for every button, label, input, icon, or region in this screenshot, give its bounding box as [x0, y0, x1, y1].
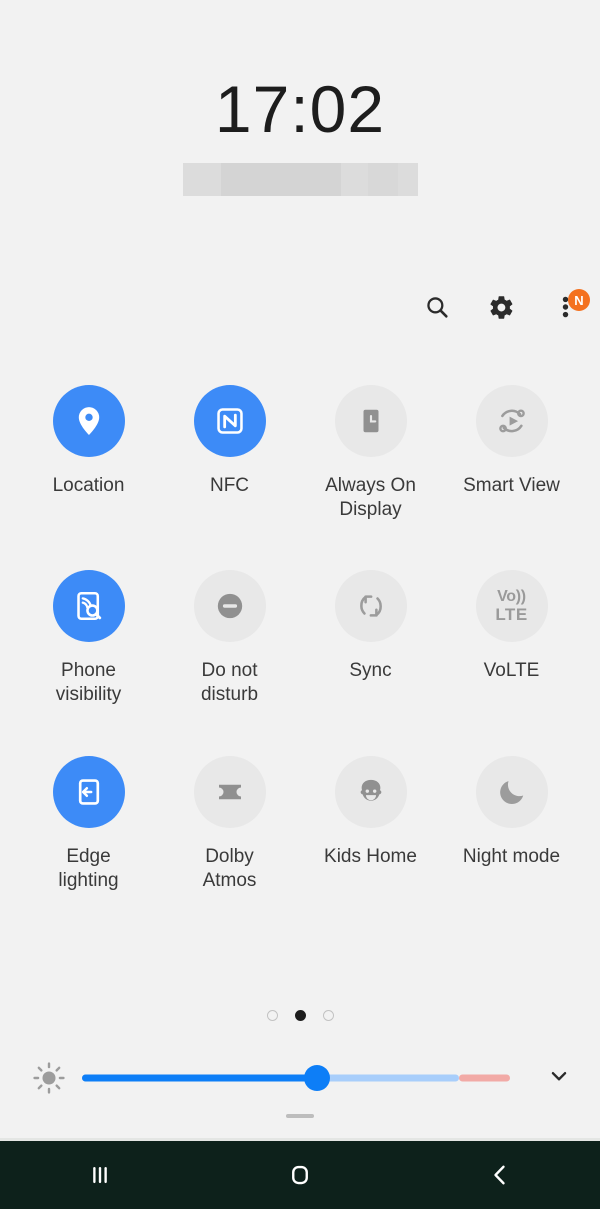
tile-night-mode-label: Night mode	[462, 845, 561, 867]
tile-always-on-display-circle	[334, 385, 407, 457]
dolby-atmos-icon	[215, 777, 245, 807]
search-icon	[424, 294, 450, 320]
recents-button[interactable]	[0, 1141, 200, 1209]
tile-kids-home[interactable]: Kids Home	[300, 755, 441, 893]
tile-smart-view-circle	[475, 385, 548, 457]
phone-visibility-icon	[72, 589, 106, 623]
tile-phone-visibility[interactable]: Phone visibility	[18, 570, 159, 707]
back-icon	[485, 1160, 515, 1190]
brightness-row	[0, 1056, 600, 1100]
back-button[interactable]	[400, 1141, 600, 1209]
recents-icon	[85, 1160, 115, 1190]
page-dot-2[interactable]	[294, 1010, 306, 1021]
tile-kids-home-circle	[334, 755, 407, 828]
brightness-thumb[interactable]	[304, 1065, 331, 1091]
tile-location-circle	[52, 385, 125, 457]
kids-home-icon	[354, 775, 388, 809]
tile-edge-lighting[interactable]: Edge lighting	[18, 755, 159, 893]
brightness-expand-button[interactable]	[536, 1063, 582, 1094]
tile-dolby-atmos-label: Dolby Atmos	[202, 845, 257, 891]
tile-edge-lighting-circle	[52, 755, 125, 828]
tile-volte-circle: Vo)) LTE	[475, 570, 548, 643]
brightness-extra-range	[458, 1074, 510, 1082]
brightness-sun-icon	[26, 1061, 72, 1095]
overflow-menu-button[interactable]: N	[550, 289, 590, 322]
nfc-icon	[214, 405, 246, 437]
tile-sync[interactable]: Sync	[300, 570, 441, 707]
settings-button[interactable]	[486, 292, 516, 322]
tile-do-not-disturb-circle	[193, 570, 266, 643]
tile-always-on-display-label: Always On Display	[325, 475, 416, 521]
tile-night-mode[interactable]: Night mode	[441, 755, 582, 893]
tile-volte-label: VoLTE	[483, 660, 540, 682]
tile-nfc[interactable]: NFC	[159, 385, 300, 522]
search-button[interactable]	[422, 292, 452, 322]
tile-location[interactable]: Location	[18, 385, 159, 522]
location-pin-icon	[72, 404, 106, 438]
tile-sync-label: Sync	[349, 660, 392, 682]
night-mode-moon-icon	[496, 776, 528, 808]
tile-smart-view-label: Smart View	[463, 475, 560, 496]
tile-always-on-display[interactable]: Always On Display	[300, 385, 441, 522]
volte-icon-line2: LTE	[495, 604, 528, 624]
tile-night-mode-circle	[475, 755, 548, 828]
home-button[interactable]	[200, 1141, 400, 1209]
tile-do-not-disturb-label: Do not disturb	[200, 660, 259, 706]
header-icon-row: N	[422, 289, 590, 322]
sync-icon	[354, 589, 388, 623]
volte-icon-line1: Vo))	[497, 588, 526, 606]
edge-lighting-icon	[73, 776, 105, 808]
quick-settings-panel: 17:02 N Location NFC Always On Display S…	[0, 0, 600, 1209]
always-on-display-icon	[356, 406, 386, 436]
brightness-slider[interactable]	[82, 1065, 510, 1091]
tile-do-not-disturb[interactable]: Do not disturb	[159, 570, 300, 707]
tile-kids-home-label: Kids Home	[324, 845, 417, 867]
gear-icon	[488, 294, 515, 321]
quick-settings-grid: Location NFC Always On Display Smart Vie…	[18, 385, 582, 893]
clock-time: 17:02	[214, 72, 386, 146]
navigation-bar	[0, 1141, 600, 1209]
smart-view-icon	[495, 404, 529, 438]
page-indicator	[0, 1010, 600, 1021]
tile-volte[interactable]: Vo)) LTE VoLTE	[441, 570, 582, 707]
home-icon	[285, 1160, 315, 1190]
tile-dolby-atmos[interactable]: Dolby Atmos	[159, 755, 300, 893]
clock-area: 17:02	[0, 0, 600, 230]
volte-icon: Vo)) LTE	[495, 589, 527, 623]
tile-sync-circle	[334, 570, 407, 643]
panel-drag-handle[interactable]	[286, 1114, 314, 1118]
tile-edge-lighting-label: Edge lighting	[58, 845, 119, 891]
brightness-fill	[82, 1074, 318, 1082]
page-dot-3[interactable]	[322, 1010, 334, 1021]
tile-phone-visibility-circle	[52, 570, 125, 643]
tile-smart-view[interactable]: Smart View	[441, 385, 582, 522]
tile-phone-visibility-label: Phone visibility	[55, 660, 122, 706]
tile-dolby-atmos-circle	[193, 755, 266, 828]
overflow-notification-badge: N	[568, 289, 590, 311]
tile-location-label: Location	[52, 475, 125, 496]
chevron-down-icon	[546, 1063, 572, 1094]
do-not-disturb-icon	[213, 589, 247, 623]
page-dot-1[interactable]	[266, 1010, 278, 1021]
tile-nfc-circle	[193, 385, 266, 457]
date-redacted-block	[183, 163, 418, 196]
tile-nfc-label: NFC	[209, 475, 250, 496]
